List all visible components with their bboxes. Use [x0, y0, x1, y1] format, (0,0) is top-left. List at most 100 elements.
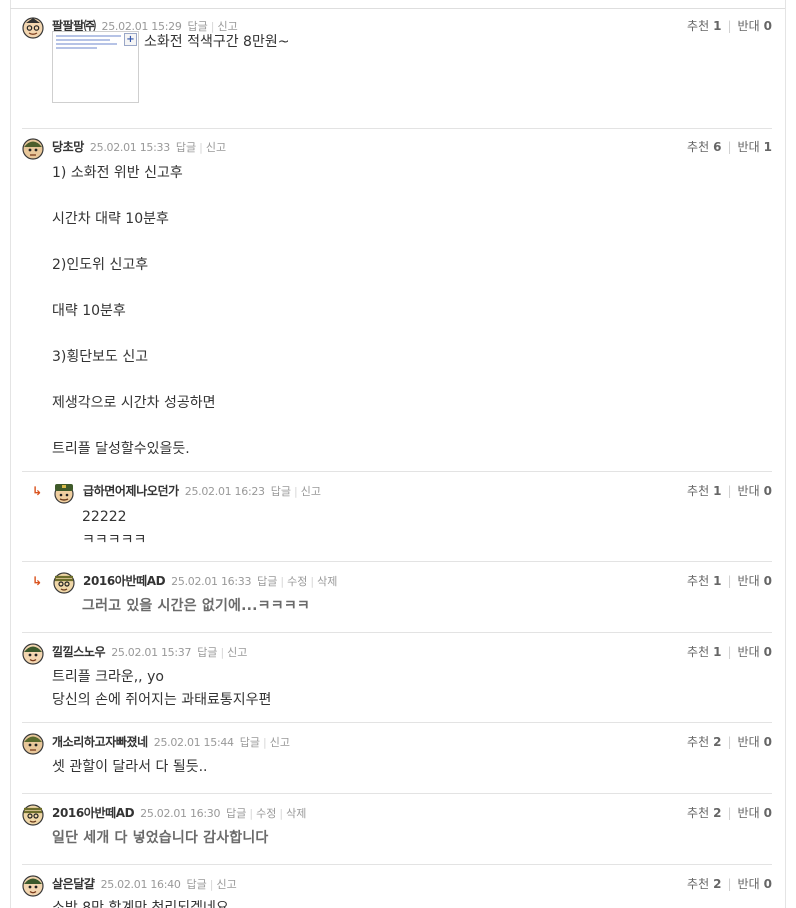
upvote-count: 2 — [713, 735, 722, 749]
delete-button[interactable]: 삭제 — [317, 575, 337, 588]
reply-item: ↳ 급하면어제나오던가 25.02.01 16:23 답글 | 신고 추천 1 | 반대 0 2… — [32, 482, 772, 552]
downvote-button[interactable]: 반대 0 — [738, 574, 772, 588]
downvote-button[interactable]: 반대 0 — [738, 806, 772, 820]
downvote-count: 0 — [763, 484, 772, 498]
text-line: 당신의 손에 쥐어지는 과태료통지우편 — [52, 692, 272, 708]
comment-divider — [22, 128, 772, 129]
downvote-button[interactable]: 반대 0 — [738, 645, 772, 659]
report-button[interactable]: 신고 — [217, 878, 237, 891]
vote-box: 추천 2 | 반대 0 — [687, 877, 772, 891]
upvote-count: 6 — [713, 140, 722, 154]
author-nickname[interactable]: 2016아반떼AD — [52, 806, 135, 820]
text-line — [52, 369, 215, 392]
divider: | — [280, 575, 285, 588]
author-nickname[interactable]: 급하면어제나오던가 — [83, 484, 179, 498]
avatar-icon — [22, 804, 44, 826]
vote-box: 추천 2 | 반대 0 — [687, 735, 772, 749]
reply-button[interactable]: 답글 — [257, 575, 277, 588]
divider: | — [727, 735, 732, 749]
downvote-button[interactable]: 반대 1 — [738, 140, 772, 154]
comment-item: 2016아반떼AD 25.02.01 16:30 답글 | 수정 | 삭제 추천 2 | 반대 0 … — [22, 804, 772, 859]
upvote-count: 1 — [713, 484, 722, 498]
divider: | — [263, 736, 267, 749]
text-line: 트리플 달성할수있을듯. — [52, 441, 190, 457]
top-divider — [10, 8, 785, 9]
downvote-count: 0 — [763, 735, 772, 749]
comment-text: 1) 소화전 위반 신고후 시간차 대략 10분후 2)인도위 신고후 대략 1… — [52, 162, 215, 461]
avatar-icon — [22, 17, 44, 39]
reply-arrow-icon: ↳ — [32, 574, 43, 588]
divider: | — [279, 807, 284, 820]
divider: | — [727, 877, 732, 891]
upvote-button[interactable]: 추천 1 — [687, 484, 721, 498]
author-nickname[interactable]: 낄낄스노우 — [52, 645, 106, 659]
downvote-button[interactable]: 반대 0 — [738, 19, 772, 33]
reply-button[interactable]: 답글 — [226, 807, 246, 820]
comment-item: 팔팔팔㈜ 25.02.01 15:29 답글 | 신고 추천 1 | 반대 0 + 소화전 적색… — [22, 17, 772, 117]
divider: | — [727, 806, 732, 820]
reply-button[interactable]: 답글 — [187, 878, 207, 891]
avatar-icon — [53, 482, 75, 504]
reply-button[interactable]: 답글 — [240, 736, 260, 749]
upvote-count: 2 — [713, 877, 722, 891]
reply-button[interactable]: 답글 — [197, 646, 217, 659]
expand-icon[interactable]: + — [124, 33, 137, 46]
comment-item: 낄낄스노우 25.02.01 15:37 답글 | 신고 추천 1 | 반대 0 트리플 크라운… — [22, 643, 772, 718]
author-nickname[interactable]: 살은달걀 — [52, 877, 95, 891]
avatar-icon — [53, 572, 75, 594]
author-nickname[interactable]: 당초망 — [52, 140, 84, 154]
comment-divider — [22, 864, 772, 865]
vote-box: 추천 1 | 반대 0 — [687, 645, 772, 659]
comment-item: 당초망 25.02.01 15:33 답글 | 신고 추천 6 | 반대 1 1) 소화전 위반… — [22, 138, 772, 468]
upvote-button[interactable]: 추천 1 — [687, 645, 721, 659]
divider: | — [727, 19, 732, 33]
edit-button[interactable]: 수정 — [256, 807, 276, 820]
comment-text: 셋 관할이 달라서 다 될듯.. — [52, 756, 208, 779]
upvote-button[interactable]: 추천 2 — [687, 735, 721, 749]
text-line: 시간차 대략 10분후 — [52, 211, 169, 227]
text-line: 2)인도위 신고후 — [52, 257, 149, 273]
author-nickname[interactable]: 2016아반떼AD — [83, 574, 166, 588]
comment-date: 25.02.01 16:40 — [100, 878, 181, 891]
text-line: 3)횡단보도 신고 — [52, 349, 149, 365]
avatar-icon — [22, 875, 44, 897]
comment-text: 소화전 적색구간 8만원~ — [144, 34, 290, 50]
reply-button[interactable]: 답글 — [176, 141, 196, 154]
divider: | — [199, 141, 203, 154]
comment-text: 트리플 크라운,, yo 당신의 손에 쥐어지는 과태료통지우편 — [52, 666, 271, 712]
report-button[interactable]: 신고 — [270, 736, 290, 749]
comment-date: 25.02.01 15:37 — [111, 646, 192, 659]
downvote-count: 0 — [763, 574, 772, 588]
text-line — [52, 185, 215, 208]
text-line — [52, 277, 215, 300]
report-button[interactable]: 신고 — [206, 141, 226, 154]
report-button[interactable]: 신고 — [227, 646, 247, 659]
upvote-button[interactable]: 추천 1 — [687, 19, 721, 33]
upvote-count: 1 — [713, 645, 722, 659]
vote-box: 추천 6 | 반대 1 — [687, 140, 772, 154]
edit-button[interactable]: 수정 — [287, 575, 307, 588]
comment-date: 25.02.01 16:30 — [140, 807, 221, 820]
vote-box: 추천 1 | 반대 0 — [687, 19, 772, 33]
downvote-button[interactable]: 반대 0 — [738, 877, 772, 891]
reply-button[interactable]: 답글 — [271, 485, 291, 498]
comment-divider — [22, 632, 772, 633]
delete-button[interactable]: 삭제 — [286, 807, 306, 820]
divider: | — [310, 575, 315, 588]
downvote-button[interactable]: 반대 0 — [738, 484, 772, 498]
comment-item: 개소리하고자빠졌네 25.02.01 15:44 답글 | 신고 추천 2 | 반대 0 셋 관… — [22, 733, 772, 788]
report-button[interactable]: 신고 — [301, 485, 321, 498]
upvote-count: 1 — [713, 19, 722, 33]
upvote-count: 2 — [713, 806, 722, 820]
downvote-button[interactable]: 반대 0 — [738, 735, 772, 749]
downvote-count: 0 — [763, 19, 772, 33]
reply-arrow-icon: ↳ — [32, 484, 43, 498]
attached-image-thumbnail[interactable]: + — [52, 31, 139, 103]
comment-text: 22222 ㅋㅋㅋㅋㅋ — [82, 506, 146, 552]
author-nickname[interactable]: 개소리하고자빠졌네 — [52, 735, 148, 749]
upvote-button[interactable]: 추천 2 — [687, 877, 721, 891]
upvote-button[interactable]: 추천 1 — [687, 574, 721, 588]
upvote-button[interactable]: 추천 2 — [687, 806, 721, 820]
upvote-button[interactable]: 추천 6 — [687, 140, 721, 154]
text-line: 대략 10분후 — [52, 303, 126, 319]
